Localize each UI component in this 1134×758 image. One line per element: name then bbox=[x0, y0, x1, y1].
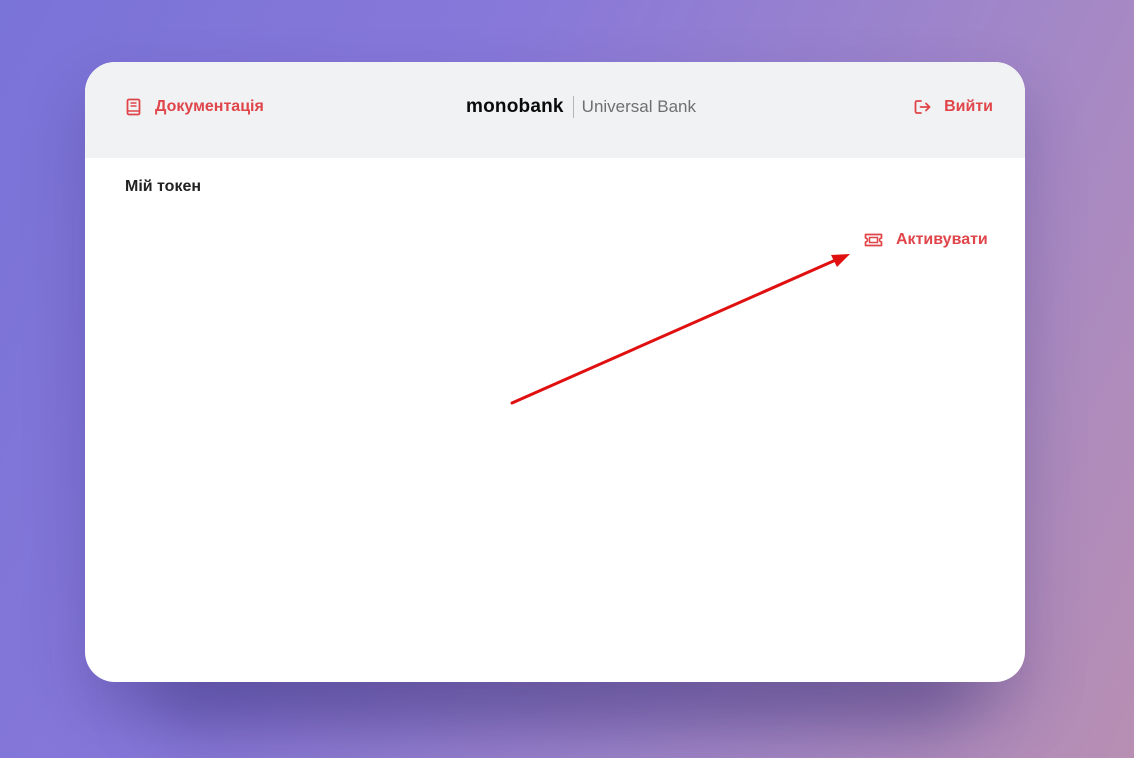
page-title: Мій токен bbox=[125, 178, 202, 195]
main-card: Документація monobank Universal Bank Вий… bbox=[85, 62, 1025, 682]
documentation-label: Документація bbox=[155, 98, 264, 115]
book-icon bbox=[125, 98, 155, 116]
logo-divider bbox=[572, 96, 574, 118]
ticket-icon bbox=[864, 233, 896, 247]
logo-main-text: monobank bbox=[466, 96, 564, 117]
activate-label: Активувати bbox=[896, 231, 988, 248]
brand-logo: monobank Universal Bank bbox=[466, 96, 696, 118]
logo-sub-text: Universal Bank bbox=[581, 97, 696, 116]
activate-button[interactable]: Активувати bbox=[864, 231, 988, 249]
logout-label: Вийти bbox=[944, 98, 993, 115]
header-bar: Документація monobank Universal Bank Вий… bbox=[85, 62, 1025, 158]
logout-icon bbox=[914, 99, 944, 115]
logout-button[interactable]: Вийти bbox=[914, 98, 993, 116]
documentation-link[interactable]: Документація bbox=[125, 98, 264, 116]
